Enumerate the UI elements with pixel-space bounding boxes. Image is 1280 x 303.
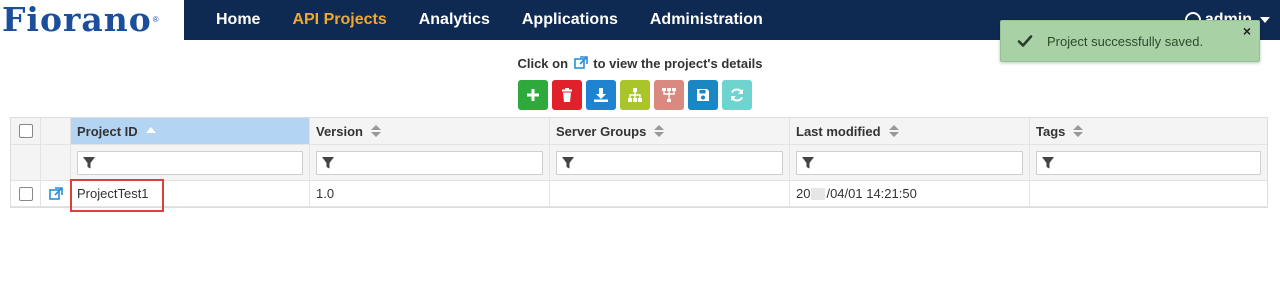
hint-text-after: to view the project's details <box>593 56 763 71</box>
column-header-label: Server Groups <box>556 123 647 139</box>
row-action-cell <box>41 181 71 206</box>
hierarchy-button[interactable] <box>620 80 650 110</box>
redacted-digits <box>811 187 826 200</box>
add-button[interactable] <box>518 80 548 110</box>
main-nav: Home API Projects Analytics Applications… <box>200 0 779 40</box>
header-action-cell <box>41 118 71 144</box>
nav-home[interactable]: Home <box>200 0 276 40</box>
column-header-server-groups[interactable]: Server Groups <box>550 118 790 144</box>
nav-applications[interactable]: Applications <box>506 0 634 40</box>
filter-icon <box>562 156 574 168</box>
filter-cell-last-modified <box>790 145 1030 180</box>
sitemap-icon <box>628 88 642 102</box>
project-toolbar <box>518 80 752 110</box>
filter-input-version[interactable] <box>316 150 543 175</box>
cell-version: 1.0 <box>310 181 550 206</box>
last-modified-suffix: /04/01 14:21:50 <box>826 186 917 201</box>
select-all-checkbox[interactable] <box>18 124 33 138</box>
save-icon <box>697 89 709 101</box>
table-header-row: Project ID Version Server Groups Last mo… <box>11 118 1267 145</box>
import-button[interactable] <box>586 80 616 110</box>
column-header-version[interactable]: Version <box>310 118 550 144</box>
filter-icon <box>802 156 814 168</box>
column-header-label: Project ID <box>77 123 138 139</box>
trash-icon <box>562 88 572 102</box>
filter-spacer <box>11 145 41 180</box>
refresh-button[interactable] <box>722 80 752 110</box>
filter-icon <box>322 156 334 168</box>
column-header-tags[interactable]: Tags <box>1030 118 1267 144</box>
filter-cell-server-groups <box>550 145 790 180</box>
cell-last-modified: 20/04/01 14:21:50 <box>790 181 1030 206</box>
projects-table: Project ID Version Server Groups Last mo… <box>10 117 1268 212</box>
filter-icon <box>83 156 95 168</box>
filter-spacer <box>41 145 71 180</box>
column-header-label: Version <box>316 123 363 139</box>
network-icon <box>662 88 676 102</box>
filter-icon <box>1042 156 1054 168</box>
last-modified-prefix: 20 <box>796 186 811 201</box>
column-header-label: Tags <box>1036 123 1066 139</box>
sort-icon <box>654 125 665 137</box>
nav-analytics[interactable]: Analytics <box>403 0 506 40</box>
filter-input-project-id[interactable] <box>77 150 303 175</box>
hint-text-before: Click on <box>517 56 569 71</box>
save-button[interactable] <box>688 80 718 110</box>
logo-text: Fiorano <box>2 0 152 39</box>
success-toast: Project successfully saved. × <box>1000 20 1260 62</box>
toast-message: Project successfully saved. <box>1047 33 1204 49</box>
refresh-icon <box>731 88 743 102</box>
nav-api-projects[interactable]: API Projects <box>276 0 402 40</box>
filter-cell-project-id <box>71 145 310 180</box>
fiorano-logo[interactable]: Fiorano ® <box>0 0 184 40</box>
cell-project-id: ProjectTest1 <box>71 181 310 206</box>
column-header-project-id[interactable]: Project ID <box>71 118 310 144</box>
caret-down-icon <box>1260 17 1270 23</box>
nav-administration[interactable]: Administration <box>634 0 779 40</box>
external-link-icon[interactable] <box>48 186 63 201</box>
logo-registered-mark: ® <box>152 15 159 24</box>
sort-icon <box>370 125 381 137</box>
select-all-cell <box>11 118 41 144</box>
table-filter-row <box>11 145 1267 181</box>
sort-icon <box>888 125 899 137</box>
delete-button[interactable] <box>552 80 582 110</box>
deploy-button[interactable] <box>654 80 684 110</box>
filter-cell-version <box>310 145 550 180</box>
filter-cell-tags <box>1030 145 1267 180</box>
row-select-cell <box>11 181 41 206</box>
filter-input-server-groups[interactable] <box>556 150 783 175</box>
column-header-label: Last modified <box>796 123 881 139</box>
check-icon <box>1017 35 1033 47</box>
table-row[interactable]: ProjectTest1 1.0 20/04/01 14:21:50 <box>11 181 1267 207</box>
sort-icon <box>1073 125 1084 137</box>
column-header-last-modified[interactable]: Last modified <box>790 118 1030 144</box>
plus-icon <box>527 89 539 101</box>
filter-input-tags[interactable] <box>1036 150 1261 175</box>
toast-close-button[interactable]: × <box>1243 24 1251 38</box>
cell-tags <box>1030 181 1267 206</box>
download-icon <box>594 88 608 102</box>
sort-ascending-icon <box>145 127 156 133</box>
row-checkbox[interactable] <box>18 186 33 201</box>
external-link-icon <box>573 56 588 69</box>
filter-input-last-modified[interactable] <box>796 150 1023 175</box>
cell-server-groups <box>550 181 790 206</box>
